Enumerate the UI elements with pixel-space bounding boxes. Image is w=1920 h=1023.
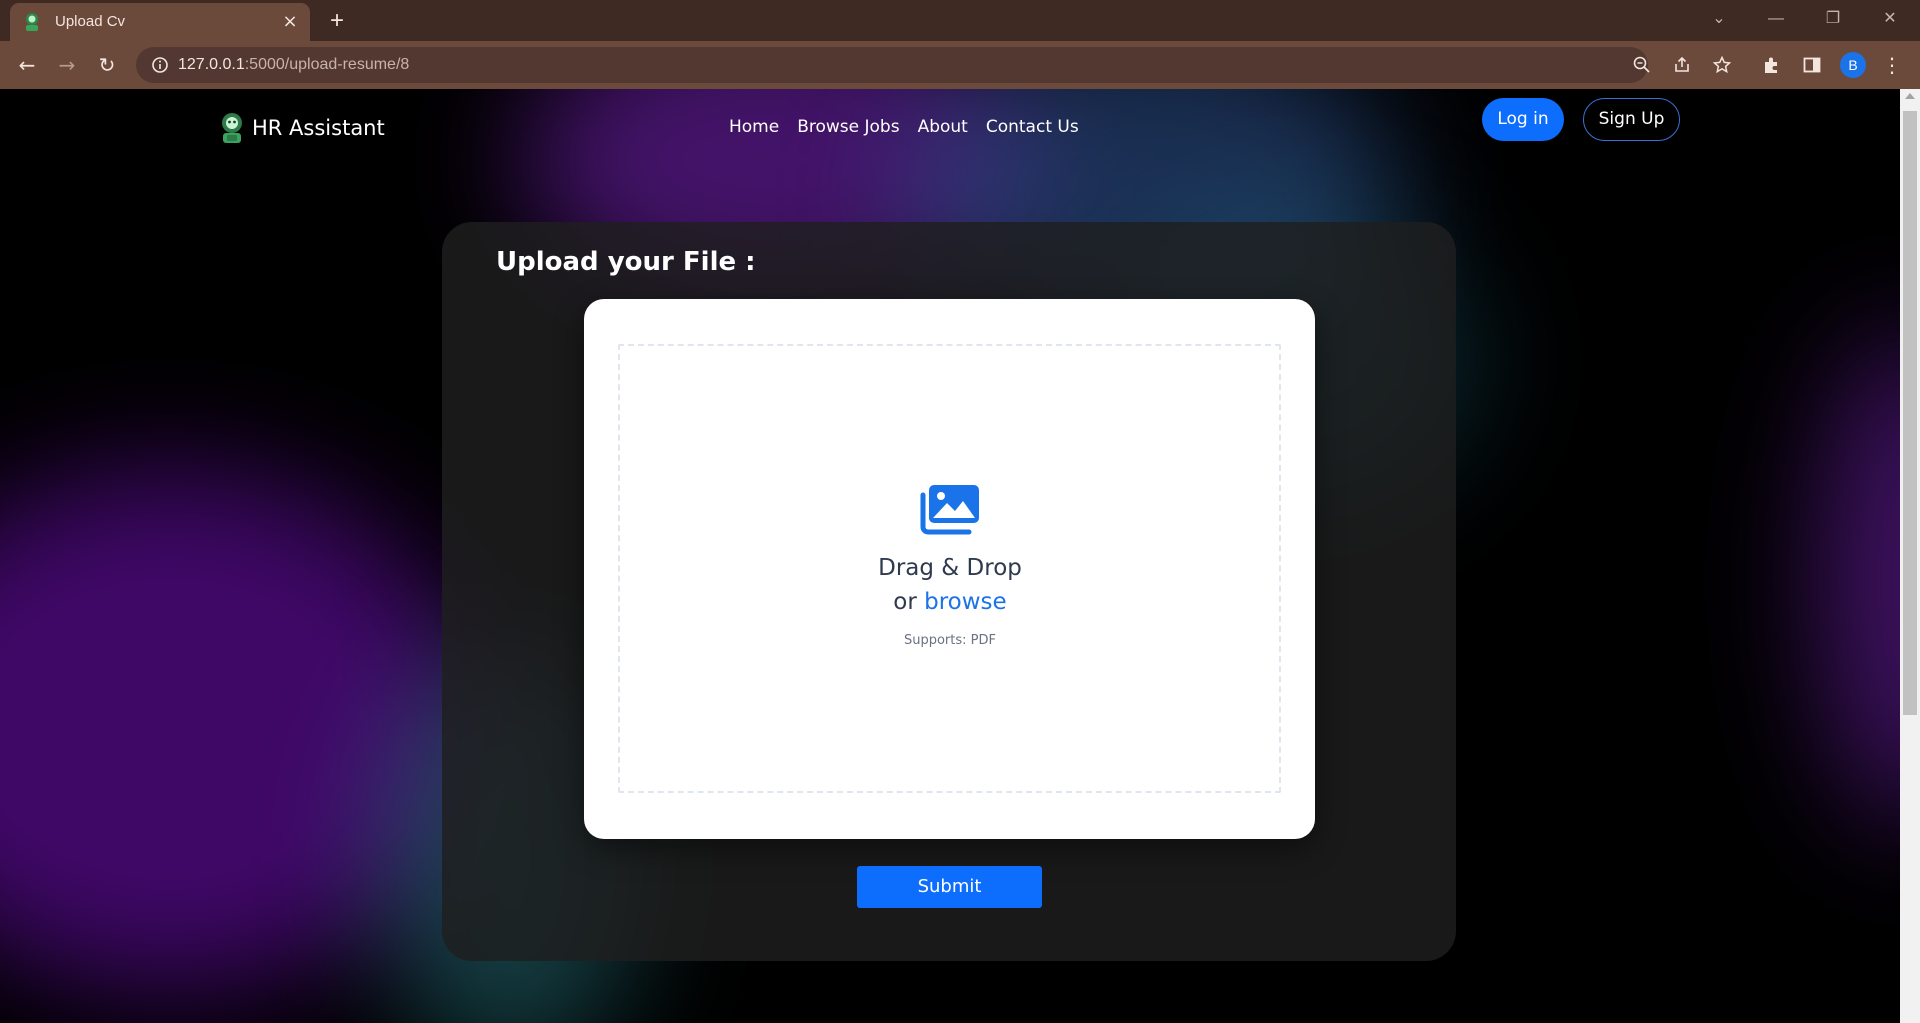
robot-logo-icon [222, 113, 242, 143]
supports-text: Supports: PDF [903, 633, 996, 648]
submit-button[interactable]: Submit [857, 866, 1042, 908]
robot-favicon-icon [26, 13, 38, 31]
profile-avatar[interactable]: B [1840, 52, 1866, 78]
nav-home[interactable]: Home [729, 117, 779, 137]
browse-link[interactable]: browse [924, 589, 1007, 615]
tab-upload-cv[interactable]: Upload Cv × [10, 3, 310, 41]
scroll-up-icon[interactable] [1905, 93, 1915, 99]
restore-icon[interactable]: ❐ [1815, 6, 1851, 32]
scroll-thumb[interactable] [1903, 111, 1917, 715]
brand[interactable]: HR Assistant [218, 112, 385, 144]
zoom-icon[interactable] [1632, 55, 1652, 75]
info-icon[interactable] [150, 55, 170, 75]
nav-about[interactable]: About [918, 117, 968, 137]
drag-drop-text: Drag & Drop [878, 555, 1022, 581]
side-panel-icon[interactable] [1802, 55, 1822, 75]
new-tab-button[interactable]: + [324, 8, 350, 34]
or-browse-line: or browse [0, 589, 1900, 615]
signup-button[interactable]: Sign Up [1583, 98, 1680, 141]
login-button[interactable]: Log in [1482, 98, 1564, 141]
url-text: 127.0.0.1:5000/upload-resume/8 [178, 56, 410, 73]
browser-toolbar: ← → ↻ 127.0.0.1:5000/upload-resume/8 B ⋮ [0, 41, 1920, 89]
nav-contact-us[interactable]: Contact Us [986, 117, 1079, 137]
page-scrollbar[interactable] [1900, 89, 1920, 1023]
menu-icon[interactable]: ⋮ [1877, 50, 1907, 80]
minimize-icon[interactable]: — [1758, 6, 1794, 32]
window-close-icon[interactable]: ✕ [1872, 6, 1908, 32]
gallery-icon [920, 485, 979, 535]
back-icon[interactable]: ← [12, 50, 42, 80]
star-icon[interactable] [1712, 55, 1732, 75]
upload-title: Upload your File : [496, 247, 756, 277]
tab-close-icon[interactable]: × [280, 12, 300, 32]
reload-icon[interactable]: ↻ [92, 50, 122, 80]
nav-browse-jobs[interactable]: Browse Jobs [797, 117, 899, 137]
brand-name: HR Assistant [252, 116, 385, 140]
or-text: or [893, 589, 917, 615]
address-bar[interactable]: 127.0.0.1:5000/upload-resume/8 [136, 47, 1732, 83]
forward-icon[interactable]: → [52, 50, 82, 80]
main-nav: Home Browse Jobs About Contact Us [729, 117, 1079, 137]
tab-search-icon[interactable]: ⌄ [1701, 6, 1737, 32]
tab-title: Upload Cv [55, 13, 126, 30]
extensions-icon[interactable] [1762, 55, 1782, 75]
tab-bar: Upload Cv × + ⌄ — ❐ ✕ [0, 0, 1920, 41]
share-icon[interactable] [1672, 55, 1692, 75]
